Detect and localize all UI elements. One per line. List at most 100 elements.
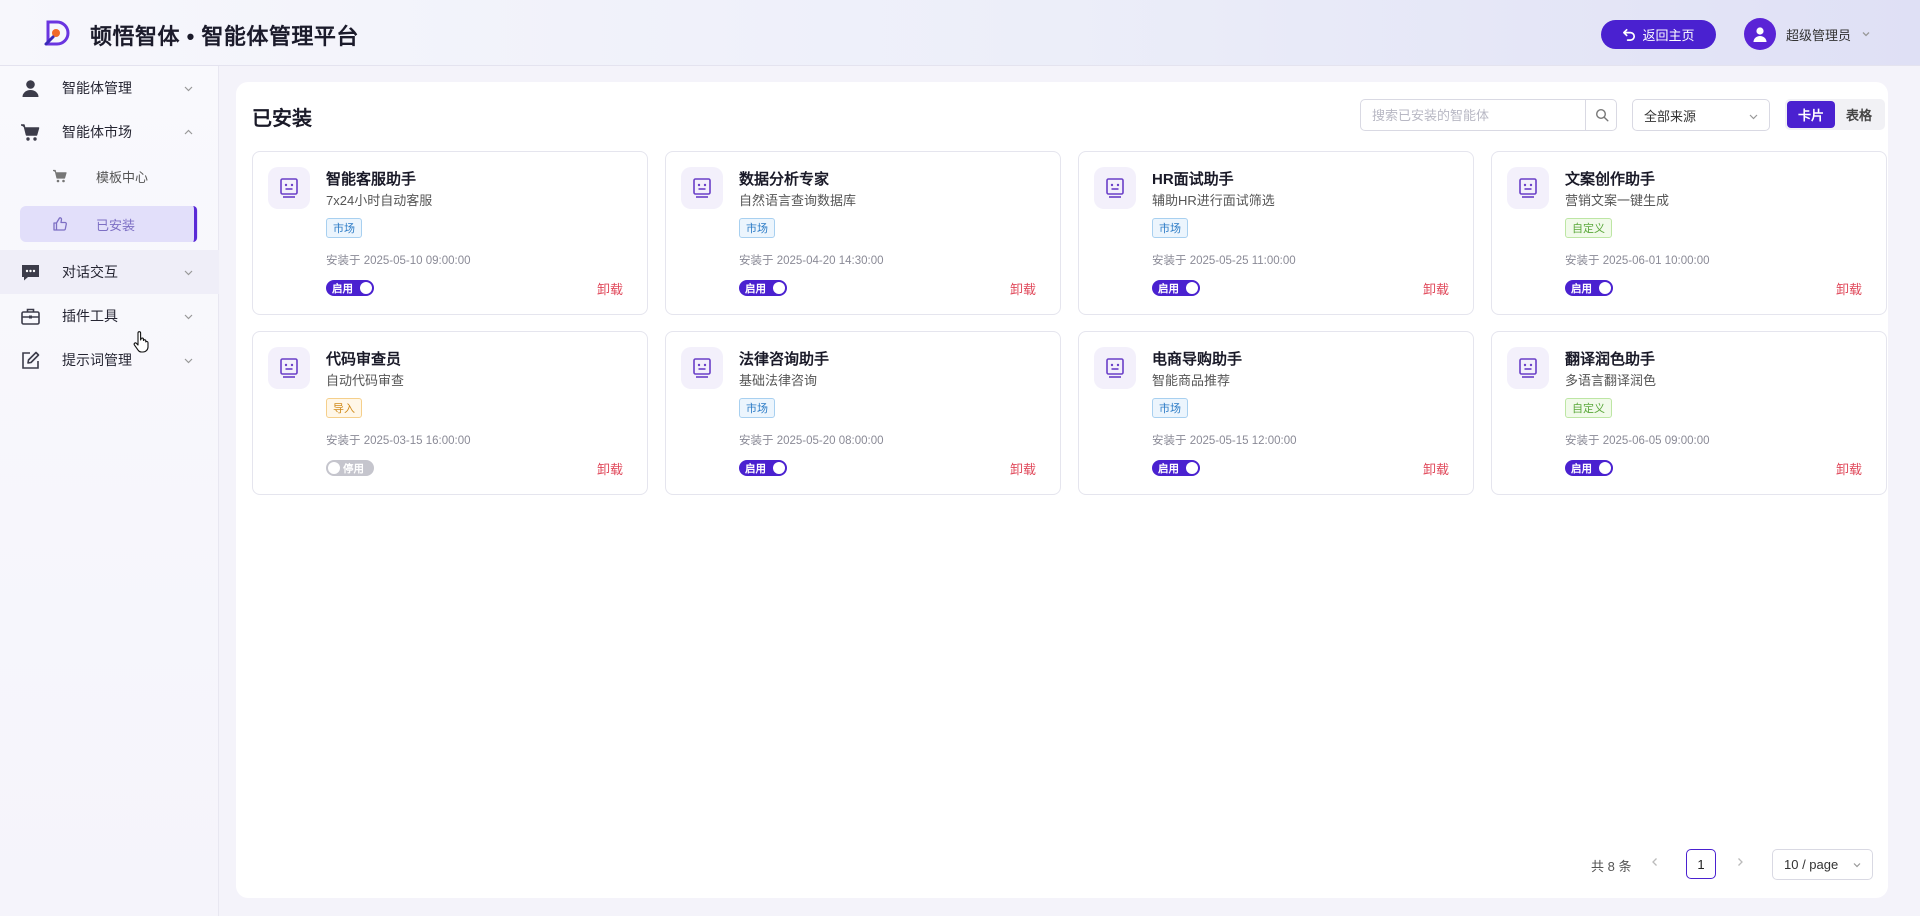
source-tag: 自定义 <box>1565 218 1612 238</box>
agent-name: 代码审查员 <box>326 351 402 368</box>
agent-card[interactable]: 代码审查员自动代码审查导入安装于 2025-03-15 16:00:00 停用 卸载 <box>252 331 648 495</box>
return-icon <box>1623 28 1636 41</box>
view-card-button[interactable]: 卡片 <box>1787 101 1835 128</box>
chevron-right-icon[interactable] <box>1734 856 1746 868</box>
agent-name: 数据分析专家 <box>739 171 830 188</box>
view-table-button[interactable]: 表格 <box>1835 101 1883 128</box>
sidebar-item-label: 智能体管理 <box>62 80 132 96</box>
toggle-knob <box>360 282 372 294</box>
chevron-down-icon <box>184 270 193 275</box>
source-tag: 市场 <box>739 218 775 238</box>
toggle-knob <box>773 282 785 294</box>
agent-card[interactable]: HR面试助手 辅助HR进行面试筛选 市场 安装于 2025-05-25 11:00:0… <box>1078 151 1474 315</box>
agent-card[interactable]: 翻译润色助手 多语言翻译润色 自定义 安装于 2025-06-05 09:00:00 启… <box>1491 331 1887 495</box>
agent-card[interactable]: 数据分析专家自然语言查询数据库市场安装于 2025-04-20 14:30:00… <box>665 151 1061 315</box>
agent-card[interactable]: 法律咨询助手 基础法律咨询 市场 安装于 2025-05-20 08:00:00 启用 卸… <box>665 331 1061 495</box>
user-menu[interactable]: 超级管理员 <box>1744 18 1871 50</box>
sidebar-item-label: 对话交互 <box>62 264 118 280</box>
robot-icon <box>693 358 711 378</box>
sidebar-subitem-label: 已安装 <box>96 217 136 233</box>
return-home-button[interactable]: 返回主页 <box>1601 20 1716 49</box>
agent-description: 多语言翻译润色 <box>1565 373 1657 388</box>
search-button[interactable] <box>1585 100 1617 130</box>
sidebar-item-chat[interactable]: 对话交互 <box>0 250 219 294</box>
uninstall-button[interactable]: 卸载 <box>597 279 623 298</box>
search-input[interactable] <box>1361 100 1583 130</box>
pagination-total: 共 8 条 <box>1591 859 1632 874</box>
source-select[interactable]: 全部来源 <box>1632 99 1770 131</box>
uninstall-button[interactable]: 卸载 <box>1836 459 1862 478</box>
agent-card[interactable]: 电商导购助手 智能商品推荐 市场 安装于 2025-05-15 12:00:00 启用 卸… <box>1078 331 1474 495</box>
source-tag: 导入 <box>326 398 362 418</box>
uninstall-button[interactable]: 卸载 <box>597 459 623 478</box>
sidebar-item-agent-market[interactable]: 智能体市场 <box>0 110 219 154</box>
status-toggle-label: 启用 <box>1158 282 1179 295</box>
agent-name: 文案创作助手 <box>1565 171 1656 188</box>
status-toggle[interactable]: 启用 <box>739 280 787 296</box>
status-toggle[interactable]: 启用 <box>1565 460 1613 476</box>
chevron-down-icon[interactable] <box>1861 29 1871 39</box>
status-toggle-label: 停用 <box>343 462 364 475</box>
install-time: 安装于 2025-05-20 08:00:00 <box>739 435 884 447</box>
agent-avatar <box>1507 347 1549 389</box>
agent-avatar <box>268 347 310 389</box>
status-toggle-label: 启用 <box>332 282 353 295</box>
agent-avatar <box>681 167 723 209</box>
uninstall-button[interactable]: 卸载 <box>1423 279 1449 298</box>
install-time: 安装于 2025-04-20 14:30:00 <box>739 255 884 267</box>
sidebar-subitem-template-center[interactable]: 模板中心 <box>20 158 198 194</box>
robot-icon <box>280 358 298 378</box>
agent-avatar <box>268 167 310 209</box>
install-time: 安装于 2025-06-05 09:00:00 <box>1565 435 1710 447</box>
pagination-current-page[interactable]: 1 <box>1686 849 1716 879</box>
uninstall-button[interactable]: 卸载 <box>1010 279 1036 298</box>
source-tag: 自定义 <box>1565 398 1612 418</box>
chevron-up-icon <box>184 129 193 134</box>
search-icon <box>1595 108 1608 122</box>
main-panel: 已安装 全部来源 卡片 表格 智能客服助手7x24小时自动客服市场安装于 202… <box>236 82 1888 898</box>
sidebar: 智能体管理 智能体市场 模板中心 已安装 对话交互 插件工具 提示词管理 <box>0 66 219 916</box>
toggle-knob <box>1599 462 1611 474</box>
avatar[interactable] <box>1744 18 1776 50</box>
install-time: 安装于 2025-05-25 11:00:00 <box>1152 255 1296 267</box>
agent-avatar <box>1094 347 1136 389</box>
install-time: 安装于 2025-03-15 16:00:00 <box>326 435 471 447</box>
agent-description: 自动代码审查 <box>326 373 405 388</box>
agent-card[interactable]: 智能客服助手 7x24小时自动客服 市场 安装于 2025-05-10 09:00:0… <box>252 151 648 315</box>
sidebar-item-prompt-management[interactable]: 提示词管理 <box>0 338 219 382</box>
toggle-knob <box>773 462 785 474</box>
agent-description: 辅助HR进行面试筛选 <box>1152 193 1275 208</box>
agent-name: 智能客服助手 <box>326 171 417 188</box>
status-toggle[interactable]: 启用 <box>1152 280 1200 296</box>
agent-avatar <box>681 347 723 389</box>
toggle-knob <box>1186 462 1198 474</box>
status-toggle[interactable]: 停用 <box>326 460 374 476</box>
sidebar-subitem-label: 模板中心 <box>96 169 149 185</box>
page-size-select[interactable]: 10 / page <box>1772 849 1873 880</box>
sidebar-item-agent-management[interactable]: 智能体管理 <box>0 66 219 110</box>
uninstall-button[interactable]: 卸载 <box>1423 459 1449 478</box>
sidebar-item-plugin-tools[interactable]: 插件工具 <box>0 294 219 338</box>
chevron-down-icon <box>1853 863 1861 868</box>
agent-card[interactable]: 文案创作助手 营销文案一键生成 自定义 安装于 2025-06-01 10:00:00… <box>1491 151 1887 315</box>
robot-icon <box>1106 358 1124 378</box>
chevron-down-icon <box>184 314 193 319</box>
status-toggle[interactable]: 启用 <box>1565 280 1613 296</box>
search-field[interactable] <box>1360 99 1617 131</box>
agent-description: 自然语言查询数据库 <box>739 193 857 208</box>
status-toggle[interactable]: 启用 <box>739 460 787 476</box>
active-indicator <box>193 206 197 242</box>
cart-icon <box>53 169 67 183</box>
status-toggle[interactable]: 启用 <box>326 280 374 296</box>
user-icon <box>22 79 39 97</box>
sidebar-subitem-installed[interactable]: 已安装 <box>20 206 198 242</box>
uninstall-button[interactable]: 卸载 <box>1836 279 1862 298</box>
install-time: 安装于 2025-06-01 10:00:00 <box>1565 255 1710 267</box>
page-title: 已安装 <box>252 108 312 130</box>
status-toggle-label: 启用 <box>745 282 766 295</box>
status-toggle-label: 启用 <box>745 462 766 475</box>
chevron-left-icon[interactable] <box>1649 856 1661 868</box>
uninstall-button[interactable]: 卸载 <box>1010 459 1036 478</box>
view-toggle: 卡片 表格 <box>1785 99 1885 130</box>
status-toggle[interactable]: 启用 <box>1152 460 1200 476</box>
